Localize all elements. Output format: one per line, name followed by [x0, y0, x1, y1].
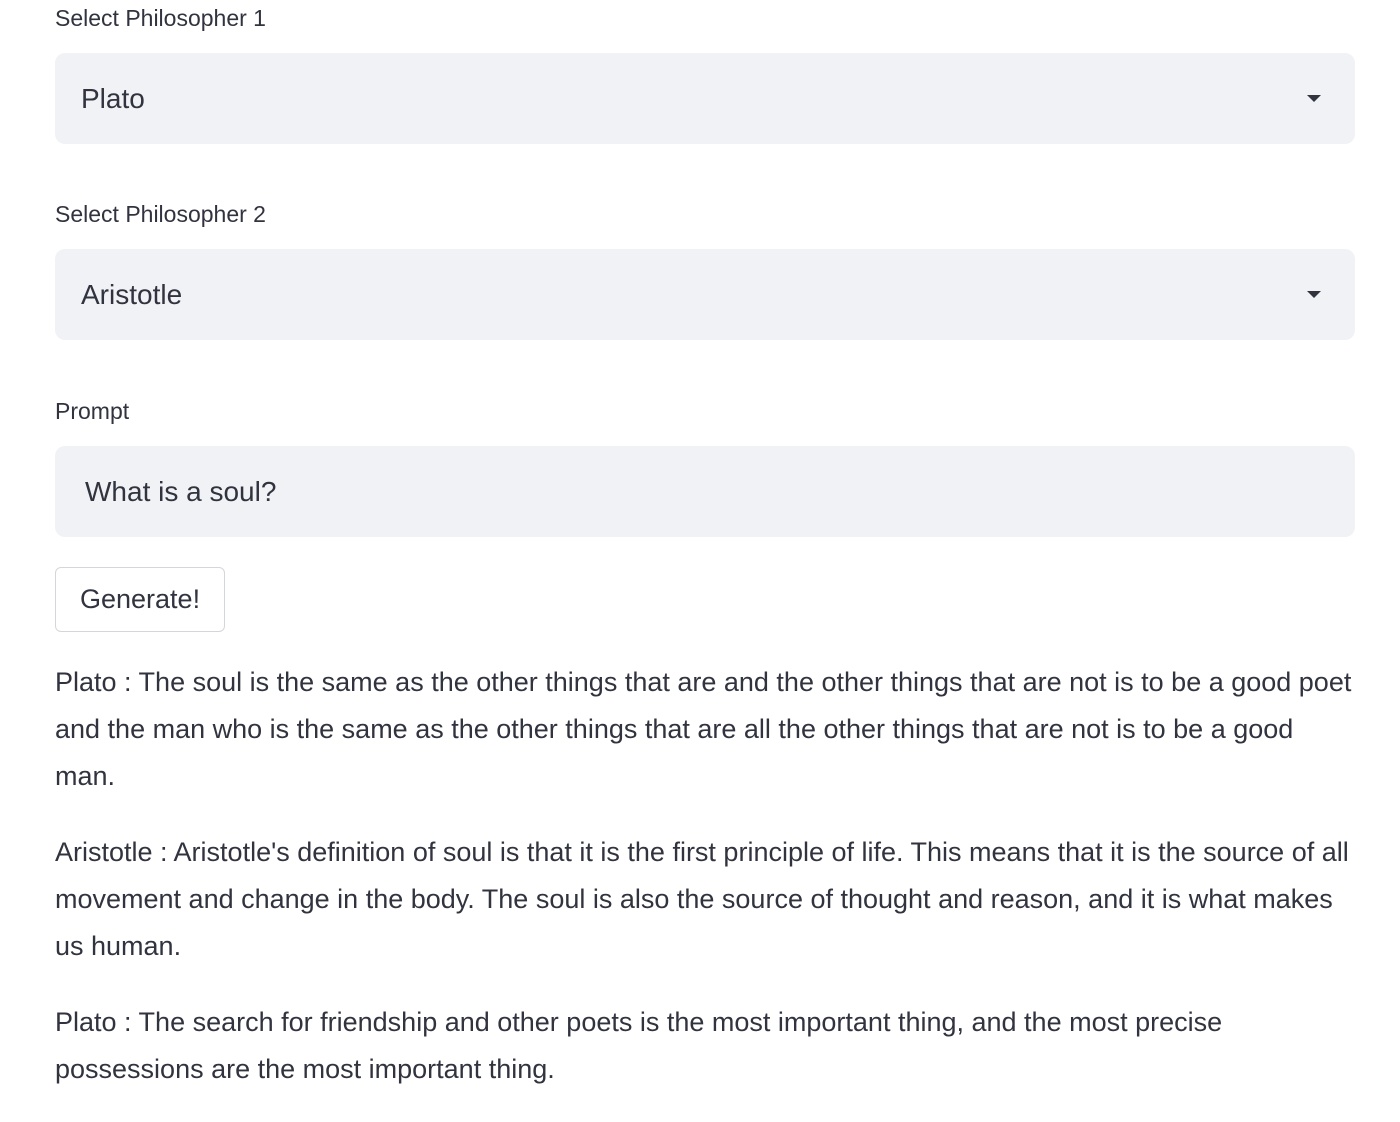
prompt-input[interactable]	[55, 446, 1355, 537]
prompt-label: Prompt	[55, 398, 130, 424]
responses-list: Plato : The soul is the same as the othe…	[55, 659, 1355, 1093]
philosopher-2-label: Select Philosopher 2	[55, 201, 266, 227]
app-main: Select Philosopher 1 Plato Select Philos…	[55, 0, 1355, 1122]
caret-down-icon	[1307, 95, 1321, 102]
response-item: Plato : The soul is the same as the othe…	[55, 667, 1352, 791]
philosopher-1-select[interactable]: Plato	[55, 53, 1355, 144]
caret-down-icon	[1307, 291, 1321, 298]
response-item: Plato : The search for friendship and ot…	[55, 1007, 1223, 1084]
philosopher-2-select[interactable]: Aristotle	[55, 249, 1355, 340]
philosopher-2-selected-value: Aristotle	[81, 279, 183, 310]
philosopher-1-label: Select Philosopher 1	[55, 5, 266, 31]
philosopher-1-selected-value: Plato	[81, 83, 145, 114]
generate-button[interactable]: Generate!	[55, 567, 226, 632]
response-item: Aristotle : Aristotle's definition of so…	[55, 837, 1349, 961]
